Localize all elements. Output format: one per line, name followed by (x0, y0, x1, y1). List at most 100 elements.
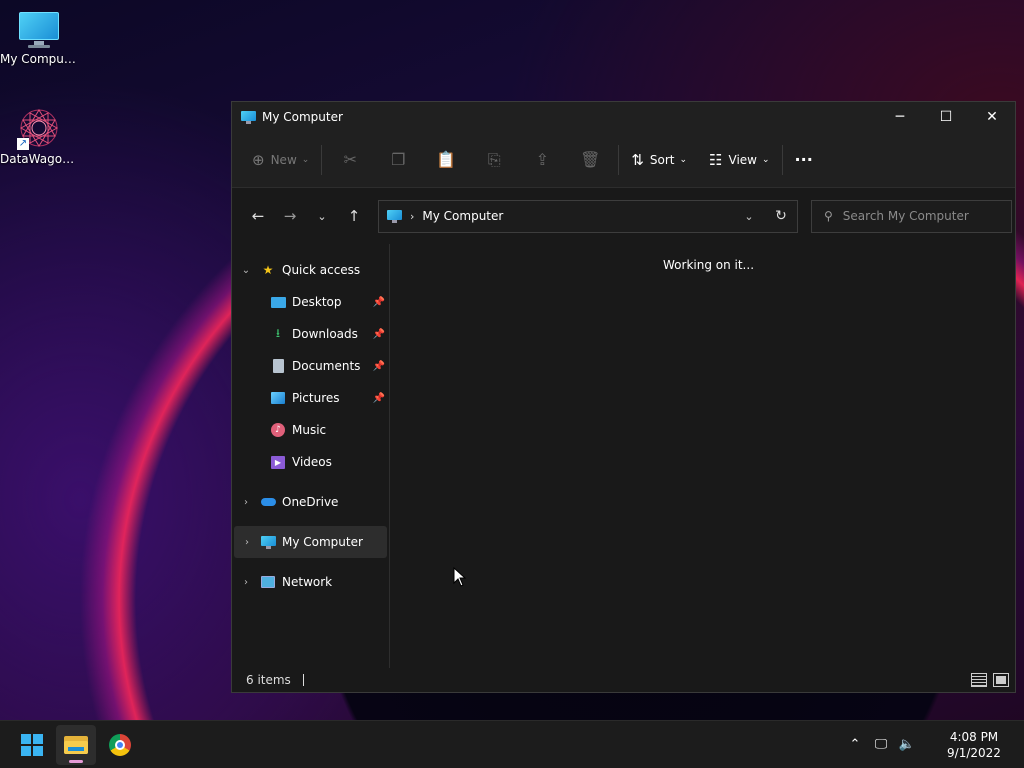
nav-item-downloads[interactable]: ⭳ Downloads 📌 (232, 318, 389, 350)
close-button[interactable]: ✕ (969, 102, 1015, 132)
new-label: New (270, 152, 297, 167)
nav-item-desktop[interactable]: Desktop 📌 (232, 286, 389, 318)
view-list-icon: ☷ (709, 150, 723, 169)
view-label: View (728, 152, 757, 167)
taskbar-chrome[interactable] (100, 725, 140, 765)
start-button[interactable] (12, 725, 52, 765)
address-path[interactable]: My Computer (422, 209, 503, 223)
chevron-right-icon: › (410, 209, 415, 223)
divider (781, 144, 783, 175)
more-options-button[interactable]: ··· (787, 144, 821, 176)
chevron-right-icon[interactable]: › (232, 577, 260, 588)
chevron-down-icon: ⌄ (301, 154, 310, 165)
nav-label: Downloads (292, 327, 358, 341)
new-button[interactable]: ⊕ New ⌄ (244, 144, 317, 176)
divider (302, 674, 304, 686)
navigation-row: ← → ⌄ ↑ › My Computer ⌄ ↻ ⚲ Search My Co… (232, 188, 1015, 244)
recent-locations-button[interactable]: ⌄ (306, 200, 338, 232)
pin-icon[interactable]: 📌 (373, 297, 385, 308)
title-bar[interactable]: My Computer ─ ☐ ✕ (232, 102, 1015, 132)
up-button[interactable]: ↑ (338, 200, 370, 232)
show-hidden-icons-chevron-icon[interactable]: ⌃ (842, 737, 868, 752)
delete-button[interactable]: 🗑 (566, 144, 614, 176)
window-title: My Computer (262, 110, 343, 124)
nav-item-my-computer[interactable]: › My Computer (234, 526, 387, 558)
refresh-icon[interactable]: ↻ (765, 208, 797, 224)
minimize-button[interactable]: ─ (877, 102, 923, 132)
nav-label: Pictures (292, 391, 340, 405)
back-button[interactable]: ← (242, 200, 274, 232)
chevron-down-icon[interactable]: ⌄ (232, 265, 260, 276)
file-explorer-window: My Computer ─ ☐ ✕ ⊕ New ⌄ ✂ ❐ 📋 ⎘ ⇪ 🗑 ⇅ … (231, 101, 1016, 693)
desktop-icon-datawagon[interactable]: ↗ DataWagon... (0, 106, 78, 166)
network-icon (260, 574, 276, 590)
sort-icon: ⇅ (631, 150, 644, 169)
address-bar[interactable]: › My Computer ⌄ ↻ (378, 199, 798, 233)
divider (618, 144, 620, 175)
network-status-icon[interactable]: 🖵 (868, 737, 894, 752)
system-tray: ⌃ 🖵 🔈 4:08 PM 9/1/2022 (842, 721, 1024, 768)
nav-label: Music (292, 423, 327, 437)
trash-icon: 🗑 (580, 150, 601, 169)
forward-button[interactable]: → (274, 200, 306, 232)
copy-icon: ❐ (391, 150, 406, 169)
star-icon: ★ (262, 263, 274, 277)
details-view-icon[interactable] (971, 673, 987, 687)
folder-icon (64, 735, 88, 754)
music-icon: ♪ (270, 422, 286, 438)
maximize-button[interactable]: ☐ (923, 102, 969, 132)
nav-label: Desktop (292, 295, 342, 309)
pin-icon[interactable]: 📌 (373, 329, 385, 340)
rename-button[interactable]: ⎘ (470, 144, 518, 176)
clock[interactable]: 4:08 PM 9/1/2022 (932, 729, 1016, 761)
chevron-down-icon[interactable]: ⌄ (733, 210, 765, 223)
nav-item-network[interactable]: › Network (232, 566, 389, 598)
copy-button[interactable]: ❐ (374, 144, 422, 176)
cut-button[interactable]: ✂ (326, 144, 374, 176)
view-button[interactable]: ☷ View ⌄ (701, 144, 777, 176)
windows-logo-icon (21, 733, 43, 756)
nav-label: Quick access (282, 263, 361, 277)
command-bar: ⊕ New ⌄ ✂ ❐ 📋 ⎘ ⇪ 🗑 ⇅ Sort ⌄ ☷ View ⌄ ··… (232, 132, 1015, 188)
nav-item-documents[interactable]: Documents 📌 (232, 350, 389, 382)
chrome-icon (109, 733, 131, 756)
nav-label: Network (282, 575, 333, 589)
pin-icon[interactable]: 📌 (373, 393, 385, 404)
chevron-down-icon: ⌄ (679, 154, 688, 165)
status-bar: 6 items (232, 668, 1015, 692)
nav-item-pictures[interactable]: Pictures 📌 (232, 382, 389, 414)
monitor-icon (17, 10, 61, 50)
download-icon: ⭳ (275, 325, 281, 340)
content-pane[interactable]: Working on it... (390, 244, 1015, 668)
share-icon: ⇪ (535, 150, 550, 169)
mouse-cursor-icon (453, 567, 467, 587)
document-icon (270, 358, 286, 374)
nav-item-onedrive[interactable]: › OneDrive (232, 486, 389, 518)
large-icons-view-icon[interactable] (993, 673, 1009, 687)
nav-item-music[interactable]: ♪ Music (232, 414, 389, 446)
nav-label: Documents (292, 359, 361, 373)
volume-icon[interactable]: 🔈 (894, 737, 920, 752)
taskbar-file-explorer[interactable] (56, 724, 96, 765)
chevron-right-icon[interactable]: › (234, 537, 260, 548)
item-count: 6 items (246, 673, 291, 687)
share-button[interactable]: ⇪ (518, 144, 566, 176)
arrow-up-icon: ↑ (347, 207, 361, 225)
search-input[interactable]: ⚲ Search My Computer (811, 199, 1012, 233)
pin-icon[interactable]: 📌 (373, 361, 385, 372)
paste-button[interactable]: 📋 (422, 144, 470, 176)
navigation-pane: ⌄ ★ Quick access Desktop 📌 ⭳ Downloads 📌… (232, 244, 390, 668)
arrow-left-icon: ← (251, 207, 265, 225)
more-icon: ··· (794, 150, 813, 169)
sort-button[interactable]: ⇅ Sort ⌄ (623, 144, 695, 176)
datawagon-icon: ↗ (15, 106, 63, 150)
nav-item-quick-access[interactable]: ⌄ ★ Quick access (232, 254, 389, 286)
chevron-right-icon[interactable]: › (232, 497, 260, 508)
shortcut-arrow-icon: ↗ (17, 138, 29, 150)
nav-item-videos[interactable]: ▶ Videos (232, 446, 389, 478)
desktop-icon-my-computer[interactable]: My Computer (0, 10, 78, 66)
clock-date: 9/1/2022 (947, 745, 1001, 760)
chevron-down-icon: ⌄ (761, 154, 770, 165)
sort-label: Sort (649, 152, 675, 167)
loading-message: Working on it... (663, 258, 755, 272)
